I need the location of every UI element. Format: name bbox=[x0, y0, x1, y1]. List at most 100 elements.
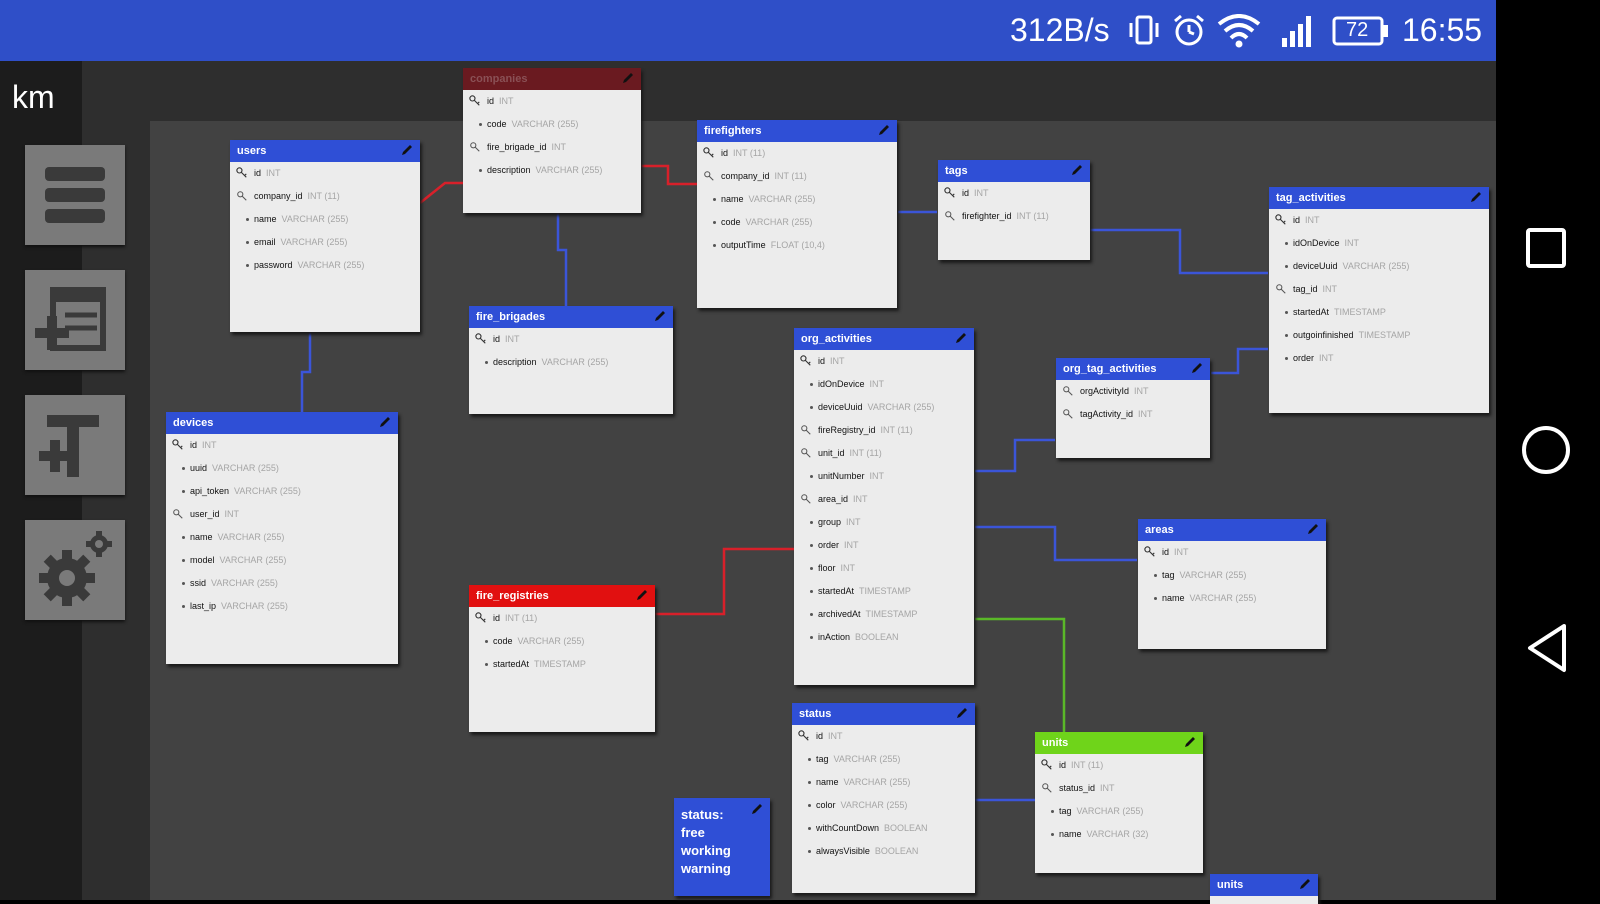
table-header[interactable]: companies bbox=[463, 68, 641, 90]
table-field-row[interactable]: user_id INT bbox=[166, 503, 398, 526]
table-field-row[interactable]: id INT (11) bbox=[469, 607, 655, 630]
table-field-row[interactable]: orgActivityId INT bbox=[1056, 380, 1210, 403]
table-units[interactable]: units id INT (11) status_id INT tag VARCHAR (2… bbox=[1035, 732, 1203, 873]
edit-icon[interactable] bbox=[635, 588, 649, 602]
table-header[interactable]: status bbox=[792, 703, 975, 725]
edit-icon[interactable] bbox=[1190, 361, 1204, 375]
table-field-row[interactable]: name VARCHAR (32) bbox=[1035, 823, 1203, 846]
table-field-row[interactable]: unit_id INT (11) bbox=[794, 442, 974, 465]
edit-icon[interactable] bbox=[877, 123, 891, 137]
edit-icon[interactable] bbox=[1469, 190, 1483, 204]
table-field-row[interactable]: name VARCHAR (255) bbox=[1138, 587, 1326, 610]
table-field-row[interactable]: unitNumber INT bbox=[794, 465, 974, 488]
edit-icon[interactable] bbox=[1306, 522, 1320, 536]
table-field-row[interactable]: startedAt TIMESTAMP bbox=[469, 653, 655, 676]
table-field-row[interactable]: idOnDevice INT bbox=[794, 373, 974, 396]
recents-button[interactable] bbox=[1524, 226, 1568, 270]
edit-icon[interactable] bbox=[378, 415, 392, 429]
edit-icon[interactable] bbox=[750, 802, 764, 816]
table-field-row[interactable]: id INT bbox=[1269, 209, 1489, 232]
table-header[interactable]: tag_activities bbox=[1269, 187, 1489, 209]
table-field-row[interactable]: firefighter_id INT (11) bbox=[938, 205, 1090, 228]
table-field-row[interactable]: fire_brigade_id INT bbox=[463, 136, 641, 159]
table-field-row[interactable]: email VARCHAR (255) bbox=[230, 231, 420, 254]
table-field-row[interactable]: fireRegistry_id INT (11) bbox=[794, 419, 974, 442]
table-field-row[interactable]: id INT bbox=[166, 434, 398, 457]
table-field-row[interactable]: tag VARCHAR (255) bbox=[1138, 564, 1326, 587]
table-fire-brigades[interactable]: fire_brigades id INT description VARCHAR (25… bbox=[469, 306, 673, 414]
table-field-row[interactable]: order INT bbox=[794, 534, 974, 557]
table-field-row[interactable]: company_id INT (11) bbox=[697, 165, 897, 188]
table-field-row[interactable]: color VARCHAR (255) bbox=[792, 794, 975, 817]
table-org-tag-activities[interactable]: org_tag_activities orgActivityId INT tagAct… bbox=[1056, 358, 1210, 458]
table-header[interactable]: fire_registries bbox=[469, 585, 655, 607]
table-firefighters[interactable]: firefighters id INT (11) company_id INT (11)… bbox=[697, 120, 897, 308]
table-field-row[interactable]: tag_id INT bbox=[1269, 278, 1489, 301]
table-header[interactable]: users bbox=[230, 140, 420, 162]
table-field-row[interactable]: id INT bbox=[469, 328, 673, 351]
table-header[interactable]: units bbox=[1035, 732, 1203, 754]
table-header[interactable]: units bbox=[1210, 874, 1318, 896]
table-field-row[interactable]: name VARCHAR (255) bbox=[792, 771, 975, 794]
table-field-row[interactable]: withCountDown BOOLEAN bbox=[792, 817, 975, 840]
edit-icon[interactable] bbox=[955, 706, 969, 720]
table-org-activities[interactable]: org_activities id INT idOnDevice INT deviceUu… bbox=[794, 328, 974, 685]
table-field-row[interactable]: id INT bbox=[230, 162, 420, 185]
table-devices[interactable]: devices id INT uuid VARCHAR (255) api_token VA… bbox=[166, 412, 398, 664]
table-field-row[interactable]: password VARCHAR (255) bbox=[230, 254, 420, 277]
table-field-row[interactable]: order INT bbox=[1269, 347, 1489, 370]
table-header[interactable]: tags bbox=[938, 160, 1090, 182]
table-header[interactable]: org_activities bbox=[794, 328, 974, 350]
table-field-row[interactable]: outgoinfinished TIMESTAMP bbox=[1269, 324, 1489, 347]
table-field-row[interactable]: id INT bbox=[792, 725, 975, 748]
table-companies[interactable]: companies id INT code VARCHAR (255) fire_brig… bbox=[463, 68, 641, 213]
edit-icon[interactable] bbox=[954, 331, 968, 345]
edit-icon[interactable] bbox=[653, 309, 667, 323]
table-field-row[interactable]: description VARCHAR (255) bbox=[463, 159, 641, 182]
table-field-row[interactable]: id INT bbox=[463, 90, 641, 113]
edit-icon[interactable] bbox=[1298, 877, 1312, 891]
table-field-row[interactable]: name VARCHAR (255) bbox=[697, 188, 897, 211]
table-field-row[interactable]: id INT bbox=[938, 182, 1090, 205]
table-field-row[interactable]: startedAt TIMESTAMP bbox=[1269, 301, 1489, 324]
table-field-row[interactable]: model VARCHAR (255) bbox=[166, 549, 398, 572]
table-field-row[interactable]: outputTime FLOAT (10,4) bbox=[697, 234, 897, 257]
table-field-row[interactable]: archivedAt TIMESTAMP bbox=[794, 603, 974, 626]
edit-icon[interactable] bbox=[1183, 735, 1197, 749]
edit-icon[interactable] bbox=[1070, 163, 1084, 177]
table-field-row[interactable]: deviceUuid VARCHAR (255) bbox=[794, 396, 974, 419]
table-field-row[interactable]: group INT bbox=[794, 511, 974, 534]
table-status[interactable]: status id INT tag VARCHAR (255) name VARCHAR (… bbox=[792, 703, 975, 893]
table-field-row[interactable]: inAction BOOLEAN bbox=[794, 626, 974, 649]
table-field-row[interactable]: id INT bbox=[794, 350, 974, 373]
edit-icon[interactable] bbox=[400, 143, 414, 157]
table-field-row[interactable]: api_token VARCHAR (255) bbox=[166, 480, 398, 503]
home-button[interactable] bbox=[1520, 424, 1572, 476]
table-field-row[interactable]: name VARCHAR (255) bbox=[166, 526, 398, 549]
table-header[interactable]: devices bbox=[166, 412, 398, 434]
table-field-row[interactable]: code VARCHAR (255) bbox=[697, 211, 897, 234]
table-field-row[interactable]: ssid VARCHAR (255) bbox=[166, 572, 398, 595]
table-header[interactable]: firefighters bbox=[697, 120, 897, 142]
table-field-row[interactable]: id INT (11) bbox=[1035, 754, 1203, 777]
table-field-row[interactable]: tagActivity_id INT bbox=[1056, 403, 1210, 426]
table-tags[interactable]: tags id INT firefighter_id INT (11) bbox=[938, 160, 1090, 260]
note-card[interactable]: status: free working warning bbox=[674, 798, 770, 896]
table-header[interactable]: org_tag_activities bbox=[1056, 358, 1210, 380]
table-field-row[interactable]: floor INT bbox=[794, 557, 974, 580]
back-button[interactable] bbox=[1524, 622, 1572, 674]
table-field-row[interactable]: code VARCHAR (255) bbox=[463, 113, 641, 136]
table-field-row[interactable]: id INT bbox=[1138, 541, 1326, 564]
table-areas[interactable]: areas id INT tag VARCHAR (255) name VARCHAR (2… bbox=[1138, 519, 1326, 649]
table-fire-registries[interactable]: fire_registries id INT (11) code VARCHAR (25… bbox=[469, 585, 655, 732]
table-field-row[interactable]: deviceUuid VARCHAR (255) bbox=[1269, 255, 1489, 278]
table-header[interactable]: areas bbox=[1138, 519, 1326, 541]
table-field-row[interactable]: tag VARCHAR (255) bbox=[1035, 800, 1203, 823]
table-field-row[interactable]: startedAt TIMESTAMP bbox=[794, 580, 974, 603]
table-field-row[interactable]: code VARCHAR (255) bbox=[469, 630, 655, 653]
table-field-row[interactable]: alwaysVisible BOOLEAN bbox=[792, 840, 975, 863]
table-header[interactable]: fire_brigades bbox=[469, 306, 673, 328]
table-tag-activities[interactable]: tag_activities id INT idOnDevice INT deviceUu… bbox=[1269, 187, 1489, 413]
table-users[interactable]: users id INT company_id INT (11) name VARCHAR … bbox=[230, 140, 420, 332]
table-field-row[interactable]: description VARCHAR (255) bbox=[469, 351, 673, 374]
